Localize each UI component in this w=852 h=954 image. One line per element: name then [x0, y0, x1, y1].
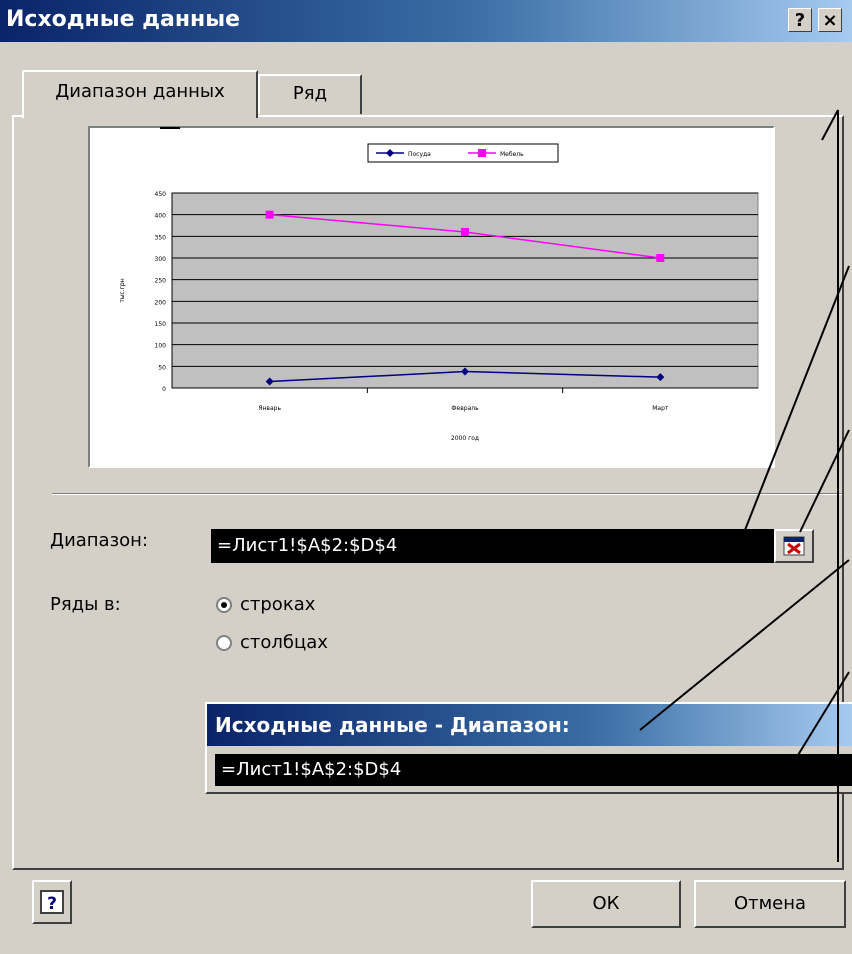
- radio-rows[interactable]: строках: [216, 594, 356, 620]
- collapsed-dialog-title: Исходные данные - Диапазон:: [215, 713, 570, 737]
- cancel-button[interactable]: Отмена: [694, 880, 846, 928]
- separator: [52, 493, 842, 495]
- tab-data-range-label: Диапазон данных: [55, 81, 225, 102]
- y-tick-label: 450: [155, 191, 167, 198]
- collapsed-range-dialog: Исходные данные - Диапазон: =Лист1!$A$2:…: [205, 702, 852, 794]
- radio-rows-label: строках: [240, 594, 316, 615]
- dialog-titlebar: Исходные данные ? ×: [0, 0, 852, 42]
- x-axis-label: 2000 год: [451, 435, 479, 442]
- y-tick-label: 50: [158, 364, 166, 371]
- collapsed-range-input[interactable]: =Лист1!$A$2:$D$4: [215, 754, 852, 786]
- y-tick-label: 300: [155, 256, 167, 263]
- close-button[interactable]: ×: [818, 8, 842, 32]
- legend-label: Мебель: [500, 151, 524, 158]
- help-button[interactable]: ?: [32, 880, 72, 924]
- help-icon: ?: [40, 890, 64, 914]
- legend-marker: [478, 149, 486, 157]
- y-tick-label: 100: [155, 343, 167, 350]
- tab-data-range[interactable]: Диапазон данных: [22, 70, 258, 118]
- radio-columns-button[interactable]: [216, 635, 232, 651]
- cancel-button-label: Отмена: [733, 893, 807, 914]
- collapsed-range-value: =Лист1!$A$2:$D$4: [221, 759, 402, 780]
- chart-preview: 0 50 100 150 200 250 300 350 400 450 Январь Февраль…: [88, 126, 775, 468]
- radio-rows-button[interactable]: [216, 597, 232, 613]
- series-in-label: Ряды в:: [50, 594, 121, 615]
- tab-series[interactable]: Ряд: [258, 74, 362, 114]
- y-tick-label: 250: [155, 278, 167, 285]
- y-tick-label: 350: [155, 234, 167, 241]
- chart-svg: 0 50 100 150 200 250 300 350 400 450 Январь Февраль…: [119, 143, 759, 442]
- plot-area: [171, 192, 759, 389]
- series-point: [461, 228, 469, 236]
- range-picker-button[interactable]: [774, 529, 814, 563]
- dialog-title: Исходные данные: [6, 7, 241, 32]
- radio-columns-label: столбцах: [240, 632, 328, 653]
- y-tick-label: 150: [155, 321, 167, 328]
- collapsed-dialog-titlebar: Исходные данные - Диапазон:: [207, 704, 852, 746]
- ok-button-label: ОК: [592, 893, 620, 914]
- help-title-button[interactable]: ?: [788, 8, 812, 32]
- y-tick-label: 200: [155, 299, 167, 306]
- radio-columns[interactable]: столбцах: [216, 632, 366, 658]
- x-tick-label: Январь: [258, 405, 281, 412]
- series-point: [265, 210, 274, 219]
- range-input-value: =Лист1!$A$2:$D$4: [217, 535, 398, 556]
- y-axis-label: тыс.грн: [119, 278, 126, 302]
- x-tick-label: Март: [652, 405, 669, 412]
- range-picker-icon: [783, 536, 805, 556]
- tab-series-label: Ряд: [292, 83, 328, 104]
- ok-button[interactable]: ОК: [531, 880, 681, 928]
- y-tick-label: 0: [162, 386, 166, 393]
- range-input[interactable]: =Лист1!$A$2:$D$4: [211, 529, 774, 563]
- x-tick-label: Февраль: [451, 405, 479, 412]
- legend-label: Посуда: [408, 151, 431, 158]
- y-tick-label: 400: [155, 213, 167, 220]
- range-label: Диапазон:: [50, 530, 149, 551]
- svg-text:?: ?: [47, 894, 57, 914]
- series-point: [656, 254, 665, 262]
